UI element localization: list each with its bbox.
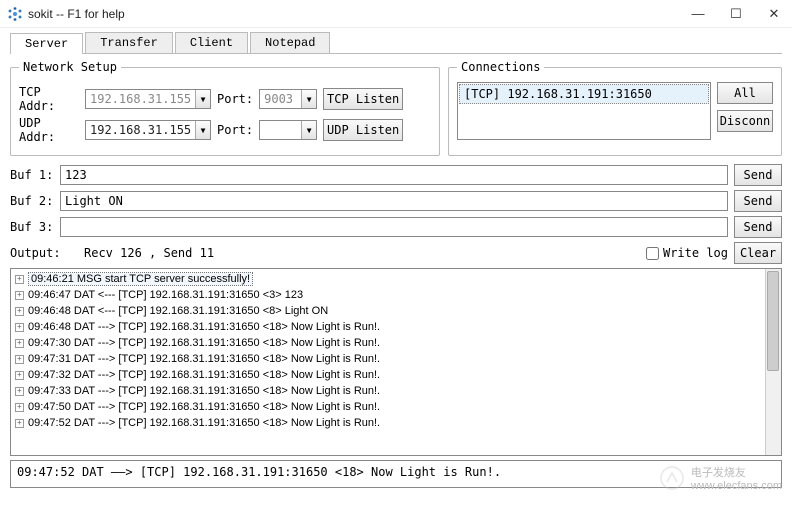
log-text: 09:46:48 DAT ---> [TCP] 192.168.31.191:3… [28,321,380,333]
clear-button[interactable]: Clear [734,242,782,264]
tab-strip: Server Transfer Client Notepad [0,28,792,53]
log-text: 09:46:47 DAT <--- [TCP] 192.168.31.191:3… [28,289,303,301]
udp-addr-label: UDP Addr: [19,116,79,144]
log-text: 09:46:48 DAT <--- [TCP] 192.168.31.191:3… [28,305,328,317]
connections-list[interactable]: [TCP] 192.168.31.191:31650 [457,82,711,140]
log-line[interactable]: +09:46:48 DAT ---> [TCP] 192.168.31.191:… [15,319,777,335]
disconn-button[interactable]: Disconn [717,110,773,132]
chevron-down-icon[interactable]: ▼ [301,90,316,108]
send-button-3[interactable]: Send [734,216,782,238]
buf3-input[interactable] [60,217,728,237]
expand-icon[interactable]: + [15,307,24,316]
log-line[interactable]: +09:47:50 DAT ---> [TCP] 192.168.31.191:… [15,399,777,415]
udp-port-label: Port: [217,123,253,137]
output-header: Output: Recv 126 , Send 11 Write log Cle… [10,242,782,264]
tab-server[interactable]: Server [10,33,83,54]
log-text: 09:47:52 DAT ---> [TCP] 192.168.31.191:3… [28,417,380,429]
network-setup-group: Network Setup TCP Addr: 192.168.31.155 ▼… [10,60,440,156]
log-line[interactable]: +09:46:48 DAT <--- [TCP] 192.168.31.191:… [15,303,777,319]
log-text: 09:47:30 DAT ---> [TCP] 192.168.31.191:3… [28,337,380,349]
log-panel[interactable]: +09:46:21 MSG start TCP server successfu… [10,268,782,456]
tab-content: Network Setup TCP Addr: 192.168.31.155 ▼… [10,53,782,494]
write-log-input[interactable] [646,247,659,260]
scrollbar-thumb[interactable] [767,271,779,371]
udp-listen-button[interactable]: UDP Listen [323,119,403,141]
expand-icon[interactable]: + [15,419,24,428]
tcp-addr-combo[interactable]: 192.168.31.155 ▼ [85,89,211,109]
network-setup-legend: Network Setup [19,60,121,74]
app-icon [8,7,22,21]
tcp-addr-label: TCP Addr: [19,85,79,113]
log-line[interactable]: +09:47:31 DAT ---> [TCP] 192.168.31.191:… [15,351,777,367]
tcp-port-combo[interactable]: 9003 ▼ [259,89,317,109]
buffers-section: Buf 1: Send Buf 2: Send Buf 3: Send [10,164,782,238]
write-log-checkbox[interactable]: Write log [646,246,728,260]
expand-icon[interactable]: + [15,275,24,284]
chevron-down-icon[interactable]: ▼ [195,121,210,139]
close-button[interactable]: ✕ [764,4,784,24]
tab-client[interactable]: Client [175,32,248,53]
log-line[interactable]: +09:47:33 DAT ---> [TCP] 192.168.31.191:… [15,383,777,399]
minimize-button[interactable]: — [688,4,708,24]
udp-addr-combo[interactable]: 192.168.31.155 ▼ [85,120,211,140]
expand-icon[interactable]: + [15,403,24,412]
send-button-1[interactable]: Send [734,164,782,186]
tcp-port-label: Port: [217,92,253,106]
buf2-label: Buf 2: [10,194,54,208]
log-text: 09:47:33 DAT ---> [TCP] 192.168.31.191:3… [28,385,380,397]
buf3-label: Buf 3: [10,220,54,234]
log-text: 09:47:31 DAT ---> [TCP] 192.168.31.191:3… [28,353,380,365]
send-button-2[interactable]: Send [734,190,782,212]
chevron-down-icon[interactable]: ▼ [301,121,316,139]
log-line[interactable]: +09:46:21 MSG start TCP server successfu… [15,271,777,287]
log-text: 09:47:50 DAT ---> [TCP] 192.168.31.191:3… [28,401,380,413]
buf2-input[interactable] [60,191,728,211]
log-line[interactable]: +09:47:32 DAT ---> [TCP] 192.168.31.191:… [15,367,777,383]
chevron-down-icon[interactable]: ▼ [195,90,210,108]
output-label: Output: [10,246,64,260]
connections-group: Connections [TCP] 192.168.31.191:31650 A… [448,60,782,156]
all-button[interactable]: All [717,82,773,104]
maximize-button[interactable]: ☐ [726,4,746,24]
tab-notepad[interactable]: Notepad [250,32,330,53]
expand-icon[interactable]: + [15,371,24,380]
log-line[interactable]: +09:47:30 DAT ---> [TCP] 192.168.31.191:… [15,335,777,351]
connection-item[interactable]: [TCP] 192.168.31.191:31650 [459,84,709,104]
buf1-label: Buf 1: [10,168,54,182]
log-text: 09:47:32 DAT ---> [TCP] 192.168.31.191:3… [28,369,380,381]
window-title: sokit -- F1 for help [28,7,688,21]
buf1-input[interactable] [60,165,728,185]
status-bar: 09:47:52 DAT ——> [TCP] 192.168.31.191:31… [10,460,782,488]
expand-icon[interactable]: + [15,355,24,364]
log-text: 09:46:21 MSG start TCP server successful… [28,272,253,286]
output-stats: Recv 126 , Send 11 [70,246,640,260]
connections-legend: Connections [457,60,544,74]
log-line[interactable]: +09:47:52 DAT ---> [TCP] 192.168.31.191:… [15,415,777,431]
tcp-listen-button[interactable]: TCP Listen [323,88,403,110]
tab-transfer[interactable]: Transfer [85,32,173,53]
expand-icon[interactable]: + [15,291,24,300]
log-line[interactable]: +09:46:47 DAT <--- [TCP] 192.168.31.191:… [15,287,777,303]
udp-port-combo[interactable]: ▼ [259,120,317,140]
window-controls: — ☐ ✕ [688,4,784,24]
titlebar: sokit -- F1 for help — ☐ ✕ [0,0,792,28]
expand-icon[interactable]: + [15,339,24,348]
scrollbar-vertical[interactable] [765,269,781,455]
expand-icon[interactable]: + [15,323,24,332]
expand-icon[interactable]: + [15,387,24,396]
